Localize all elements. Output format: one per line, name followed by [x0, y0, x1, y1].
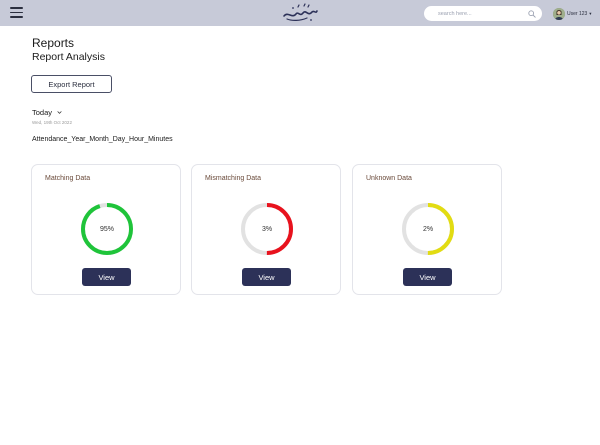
chevron-down-icon [57, 111, 62, 114]
view-mismatching-button[interactable]: View [242, 268, 291, 286]
search-input[interactable] [424, 7, 520, 20]
report-file-name: Attendance_Year_Month_Day_Hour_Minutes [32, 136, 173, 143]
search-box [424, 6, 542, 21]
menu-icon-line [10, 7, 23, 9]
date-subtitle: Wed, 19th Oct 2022 [32, 120, 72, 125]
top-bar: User 123 ▾ [0, 0, 600, 26]
date-filter-label: Today [32, 108, 53, 117]
mismatching-data-card: Mismatching Data 3% View [191, 164, 341, 295]
user-name: User 123 [567, 10, 588, 17]
gauge-value: 95% [99, 225, 114, 233]
user-menu[interactable]: User 123 ▾ [553, 6, 592, 21]
search-icon[interactable] [528, 9, 536, 18]
brand-logo[interactable] [280, 2, 320, 24]
page-subtitle: Report Analysis [32, 51, 105, 63]
card-title: Mismatching Data [205, 175, 262, 182]
export-report-button[interactable]: Export Report [31, 75, 112, 93]
gauge-value: 3% [261, 225, 273, 233]
date-filter-dropdown[interactable]: Today [32, 108, 62, 117]
gauge-value: 2% [422, 225, 434, 233]
card-title: Matching Data [45, 175, 91, 182]
menu-icon-line [10, 11, 23, 13]
unknown-data-card: Unknown Data 2% View [352, 164, 502, 295]
menu-icon-line [10, 16, 23, 18]
card-title: Unknown Data [366, 175, 412, 182]
page-title: Reports [32, 36, 75, 50]
avatar-image [553, 7, 565, 20]
avatar [553, 7, 565, 20]
view-unknown-button[interactable]: View [403, 268, 452, 286]
matching-data-card: Matching Data 95% View [31, 164, 181, 295]
chevron-down-icon: ▾ [589, 10, 592, 16]
menu-icon[interactable] [10, 7, 23, 18]
view-matching-button[interactable]: View [82, 268, 131, 286]
